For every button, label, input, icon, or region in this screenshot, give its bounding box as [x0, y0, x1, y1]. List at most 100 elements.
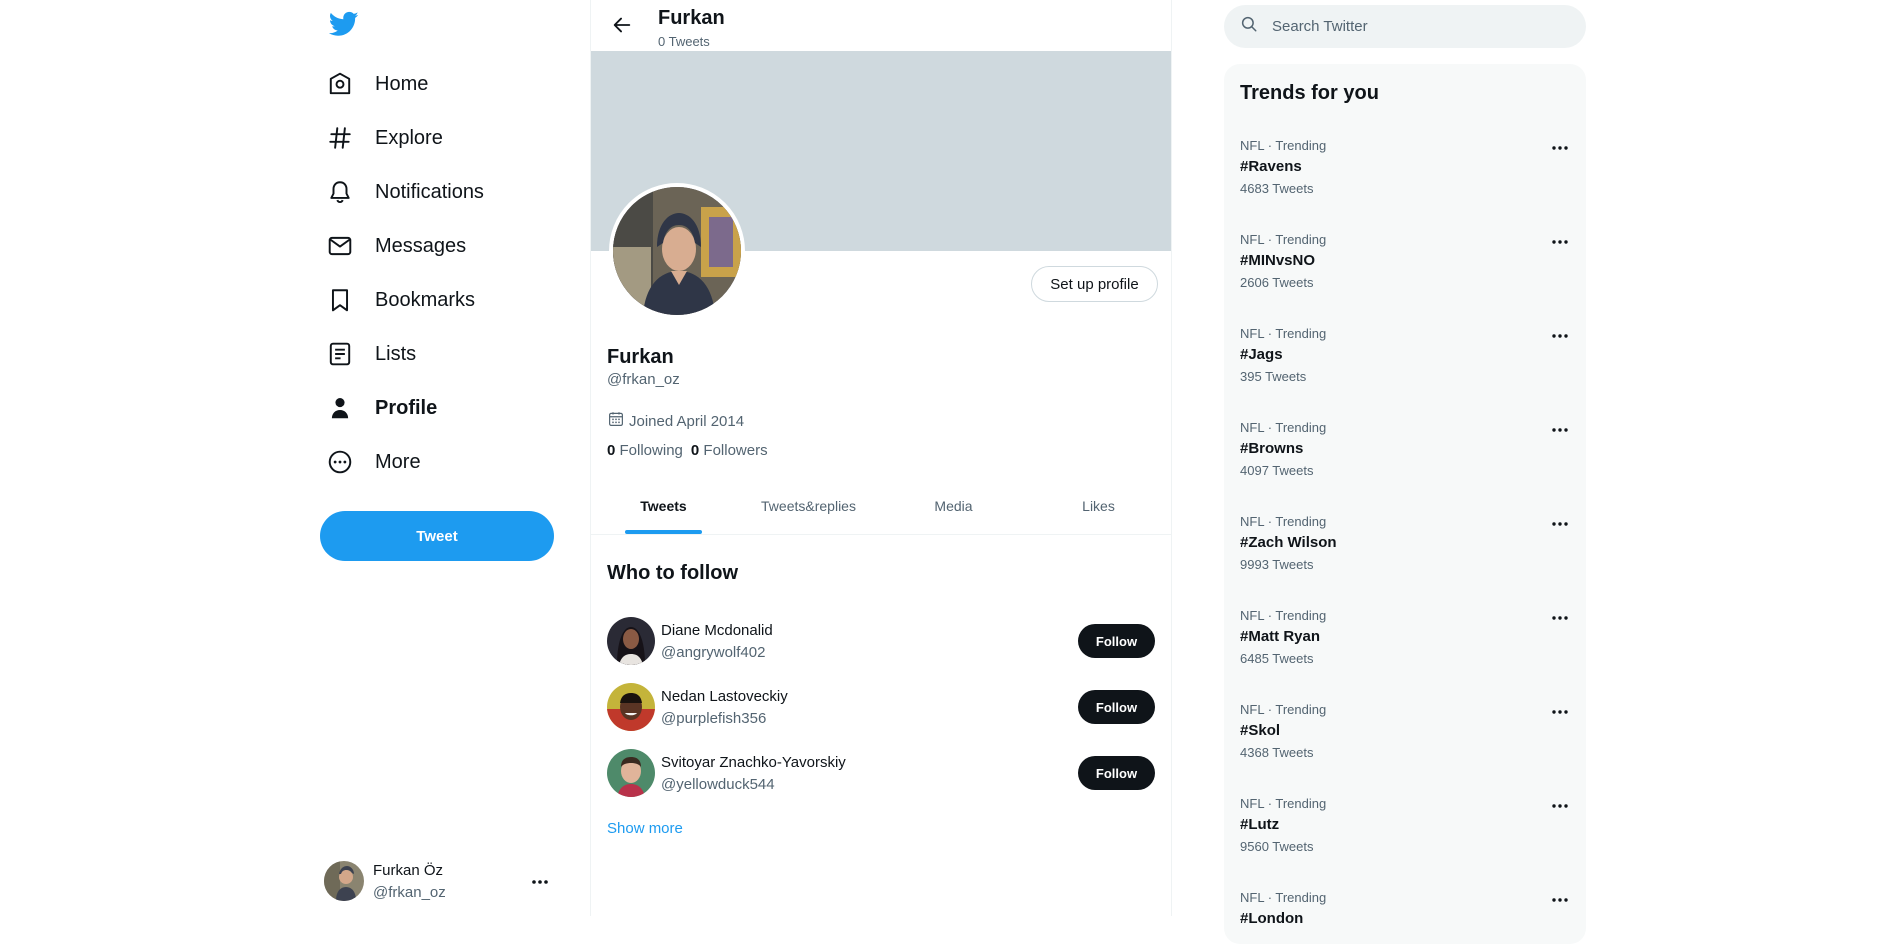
back-arrow-icon[interactable] — [611, 14, 633, 36]
more-dots-icon[interactable] — [530, 874, 550, 890]
follow-button[interactable]: Follow — [1078, 756, 1155, 790]
trends-title: Trends for you — [1240, 82, 1379, 104]
more-dots-icon[interactable] — [1550, 608, 1570, 628]
nav-item-home[interactable]: Home — [327, 57, 484, 111]
tab-media[interactable]: Media — [881, 481, 1026, 534]
nav-item-notifications[interactable]: Notifications — [327, 165, 484, 219]
trend-item[interactable]: NFL · Trending #Jags 395 Tweets — [1224, 326, 1586, 420]
search-bar[interactable] — [1224, 5, 1586, 48]
nav-item-more[interactable]: More — [327, 435, 484, 489]
profile-tabs: Tweets Tweets&replies Media Likes — [591, 481, 1171, 535]
follow-button[interactable]: Follow — [1078, 624, 1155, 658]
more-dots-icon[interactable] — [1550, 420, 1570, 440]
nav-item-lists[interactable]: Lists — [327, 327, 484, 381]
follow-suggestion[interactable]: Nedan Lastoveckiy @purplefish356 Follow — [607, 674, 1155, 740]
profile-column: Furkan 0 Tweets Set up profile Furkan @f… — [590, 0, 1172, 916]
trend-count: 4368 Tweets — [1240, 745, 1314, 760]
joined-date: Joined April 2014 — [607, 410, 744, 432]
follow-stats: 0 Following 0 Followers — [607, 442, 768, 459]
trend-item[interactable]: NFL · Trending #Skol 4368 Tweets — [1224, 702, 1586, 796]
nav-item-explore[interactable]: Explore — [327, 111, 484, 165]
tab-tweets-replies[interactable]: Tweets&replies — [736, 481, 881, 534]
followers-link[interactable]: 0 Followers — [691, 442, 768, 459]
setup-profile-button[interactable]: Set up profile — [1031, 266, 1158, 302]
main-nav: Home Explore Notifications Messages Book… — [327, 57, 484, 489]
home-icon — [327, 71, 353, 97]
account-handle: @frkan_oz — [373, 883, 446, 901]
page-title: Furkan — [658, 7, 725, 29]
nav-item-profile[interactable]: Profile — [327, 381, 484, 435]
more-dots-icon[interactable] — [1550, 702, 1570, 722]
suggestion-name: Nedan Lastoveckiy — [661, 687, 788, 705]
follow-suggestion[interactable]: Diane Mcdonalid @angrywolf402 Follow — [607, 608, 1155, 674]
trend-count: 9560 Tweets — [1240, 839, 1314, 854]
who-to-follow-title: Who to follow — [607, 562, 739, 584]
suggestion-name: Diane Mcdonalid — [661, 621, 773, 639]
following-count: 0 — [607, 442, 616, 459]
more-dots-icon[interactable] — [1550, 326, 1570, 346]
left-sidebar: Home Explore Notifications Messages Book… — [320, 0, 556, 916]
nav-item-bookmarks[interactable]: Bookmarks — [327, 273, 484, 327]
trend-tag: #Lutz — [1240, 816, 1280, 833]
nav-label: Profile — [375, 396, 438, 419]
envelope-icon — [327, 233, 353, 259]
trend-item[interactable]: NFL · Trending #Zach Wilson 9993 Tweets — [1224, 514, 1586, 608]
profile-avatar[interactable] — [609, 183, 745, 319]
twitter-logo-icon[interactable] — [328, 9, 359, 39]
suggestion-name: Svitoyar Znachko-Yavorskiy — [661, 753, 846, 771]
following-link[interactable]: 0 Following — [607, 442, 683, 459]
trend-meta: NFL · Trending — [1240, 514, 1327, 529]
trend-item[interactable]: NFL · Trending #Matt Ryan 6485 Tweets — [1224, 608, 1586, 702]
more-dots-icon[interactable] — [1550, 514, 1570, 534]
nav-label: Explore — [375, 126, 443, 149]
trend-count: 9993 Tweets — [1240, 557, 1314, 572]
show-more-link[interactable]: Show more — [607, 820, 683, 837]
suggestion-names: Diane Mcdonalid @angrywolf402 — [661, 622, 773, 661]
trend-tag: #MINvsNO — [1240, 252, 1316, 269]
trend-tag: #Ravens — [1240, 158, 1302, 175]
more-dots-icon[interactable] — [1550, 890, 1570, 910]
trend-item[interactable]: NFL · Trending #MINvsNO 2606 Tweets — [1224, 232, 1586, 326]
follow-button[interactable]: Follow — [1078, 690, 1155, 724]
trend-tag: #Jags — [1240, 346, 1283, 363]
trend-item[interactable]: NFL · Trending #Browns 4097 Tweets — [1224, 420, 1586, 514]
suggestion-handle: @yellowduck544 — [661, 775, 775, 793]
calendar-icon — [607, 410, 629, 432]
trend-meta: NFL · Trending — [1240, 232, 1327, 247]
more-dots-icon[interactable] — [1550, 232, 1570, 252]
tweet-button[interactable]: Tweet — [320, 511, 554, 561]
nav-item-messages[interactable]: Messages — [327, 219, 484, 273]
trend-count: 2606 Tweets — [1240, 275, 1314, 290]
trend-meta: NFL · Trending — [1240, 138, 1327, 153]
nav-label: More — [375, 450, 421, 473]
suggestion-handle: @angrywolf402 — [661, 643, 766, 661]
avatar — [324, 861, 364, 901]
trend-item[interactable]: NFL · Trending #Ravens 4683 Tweets — [1224, 138, 1586, 232]
profile-name: Furkan — [607, 346, 674, 368]
account-switcher[interactable]: Furkan Öz @frkan_oz — [324, 856, 556, 906]
list-icon — [327, 341, 353, 367]
avatar — [607, 683, 655, 731]
who-to-follow-list: Diane Mcdonalid @angrywolf402 Follow Ned… — [607, 608, 1155, 806]
search-input[interactable] — [1270, 17, 1570, 36]
bookmark-icon — [327, 287, 353, 313]
more-dots-icon[interactable] — [1550, 796, 1570, 816]
suggestion-handle: @purplefish356 — [661, 709, 767, 727]
trend-meta: NFL · Trending — [1240, 702, 1327, 717]
more-dots-icon[interactable] — [1550, 138, 1570, 158]
tab-tweets[interactable]: Tweets — [591, 481, 736, 534]
trend-count: 6485 Tweets — [1240, 651, 1314, 666]
trend-item[interactable]: NFL · Trending #Lutz 9560 Tweets — [1224, 796, 1586, 890]
followers-label: Followers — [703, 442, 768, 459]
joined-text: Joined April 2014 — [629, 412, 745, 430]
nav-label: Bookmarks — [375, 288, 476, 311]
follow-suggestion[interactable]: Svitoyar Znachko-Yavorskiy @yellowduck54… — [607, 740, 1155, 806]
tab-likes[interactable]: Likes — [1026, 481, 1171, 534]
avatar — [607, 617, 655, 665]
trend-tag: #Browns — [1240, 440, 1304, 457]
trends-panel: Trends for you NFL · Trending #Ravens 46… — [1224, 64, 1586, 944]
hashtag-icon — [327, 125, 353, 151]
trend-meta: NFL · Trending — [1240, 796, 1327, 811]
account-names: Furkan Öz @frkan_oz — [373, 862, 446, 901]
trend-item[interactable]: NFL · Trending #London — [1224, 890, 1586, 944]
